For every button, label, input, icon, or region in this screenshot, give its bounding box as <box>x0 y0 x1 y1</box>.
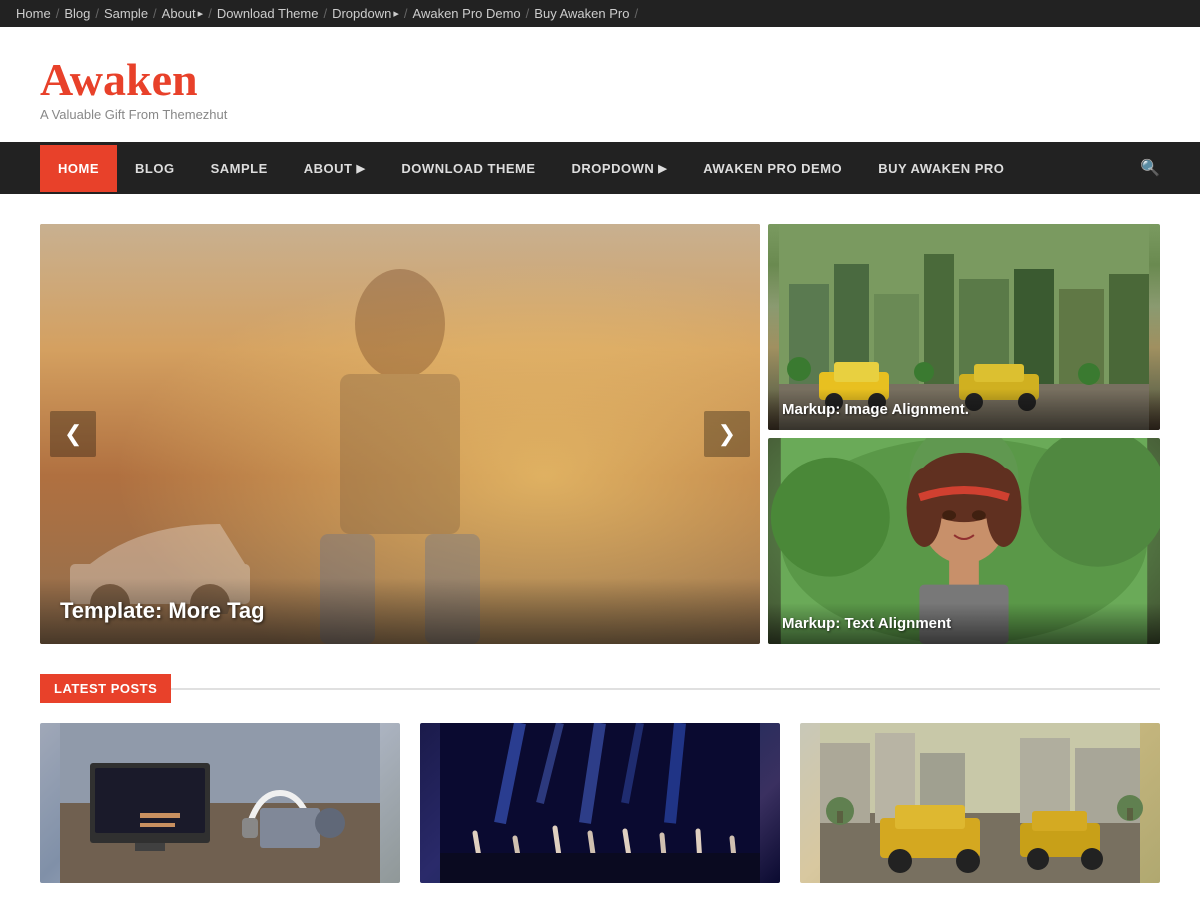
post-item-3[interactable] <box>800 723 1160 883</box>
post-thumb-3 <box>800 723 1160 883</box>
site-tagline: A Valuable Gift From Themezhut <box>40 107 1160 122</box>
post-thumb-1 <box>40 723 400 883</box>
sep6: / <box>404 6 408 21</box>
concert-svg <box>420 723 780 883</box>
main-content: Template: More Tag ❮ ❯ <box>0 194 1200 913</box>
topbar-download[interactable]: Download Theme <box>217 6 319 21</box>
latest-posts-label: LATEST POSTS <box>40 674 171 703</box>
nav-sample[interactable]: SAMPLE <box>193 145 286 192</box>
hero-side-panel: Markup: Image Alignment. <box>768 224 1160 644</box>
about-arrow-icon: ▸ <box>198 7 204 20</box>
nav-buy[interactable]: BUY AWAKEN PRO <box>860 145 1022 192</box>
post-item-2[interactable] <box>420 723 780 883</box>
nav-home[interactable]: HOME <box>40 145 117 192</box>
topbar: Home / Blog / Sample / About ▸ / Downloa… <box>0 0 1200 27</box>
topbar-home[interactable]: Home <box>16 6 51 21</box>
hero-next-button[interactable]: ❯ <box>704 411 750 457</box>
concert-image <box>420 723 780 883</box>
latest-posts-header: LATEST POSTS <box>40 674 1160 703</box>
posts-grid <box>40 723 1160 883</box>
dropdown-arrow-icon: ▸ <box>393 7 399 20</box>
sep1: / <box>56 6 60 21</box>
hero-side-item-1[interactable]: Markup: Image Alignment. <box>768 224 1160 430</box>
hero-side-item-2[interactable]: Markup: Text Alignment <box>768 438 1160 644</box>
taxi-svg2 <box>800 723 1160 883</box>
hero-side-caption-2: Markup: Text Alignment <box>768 603 1160 644</box>
post-thumb-2 <box>420 723 780 883</box>
nav-dropdown[interactable]: DROPDOWN ▶ <box>554 145 686 192</box>
taxi-image <box>800 723 1160 883</box>
hero-prev-button[interactable]: ❮ <box>50 411 96 457</box>
sep3: / <box>153 6 157 21</box>
sep7: / <box>526 6 530 21</box>
topbar-blog[interactable]: Blog <box>64 6 90 21</box>
sep8: / <box>634 6 638 21</box>
hero-side-caption-1: Markup: Image Alignment. <box>768 389 1160 430</box>
nav-about[interactable]: ABOUT ▶ <box>286 145 384 192</box>
hero-area: Template: More Tag ❮ ❯ <box>40 224 1160 644</box>
search-icon[interactable]: 🔍 <box>1140 142 1160 194</box>
section-divider <box>171 688 1160 690</box>
topbar-sample[interactable]: Sample <box>104 6 148 21</box>
desk-image <box>40 723 400 883</box>
sep2: / <box>95 6 99 21</box>
hero-main-image: Template: More Tag <box>40 224 760 644</box>
dropdown-nav-arrow-icon: ▶ <box>658 162 667 175</box>
sep4: / <box>208 6 212 21</box>
site-title[interactable]: Awaken <box>40 57 1160 103</box>
hero-slider: Template: More Tag ❮ ❯ <box>40 224 760 644</box>
topbar-about[interactable]: About <box>162 6 196 21</box>
desk-svg <box>40 723 400 883</box>
nav-download[interactable]: DOWNLOAD THEME <box>383 145 553 192</box>
nav-blog[interactable]: BLOG <box>117 145 193 192</box>
topbar-buy[interactable]: Buy Awaken Pro <box>534 6 629 21</box>
main-nav: HOME BLOG SAMPLE ABOUT ▶ DOWNLOAD THEME … <box>0 142 1200 194</box>
post-item-1[interactable] <box>40 723 400 883</box>
sep5: / <box>323 6 327 21</box>
hero-main-caption: Template: More Tag <box>60 598 740 624</box>
topbar-awaken-demo[interactable]: Awaken Pro Demo <box>413 6 521 21</box>
about-nav-arrow-icon: ▶ <box>356 162 365 175</box>
topbar-dropdown[interactable]: Dropdown <box>332 6 391 21</box>
site-header: Awaken A Valuable Gift From Themezhut <box>0 27 1200 142</box>
nav-awaken-demo[interactable]: AWAKEN PRO DEMO <box>685 145 860 192</box>
hero-main-overlay: Template: More Tag <box>40 578 760 644</box>
